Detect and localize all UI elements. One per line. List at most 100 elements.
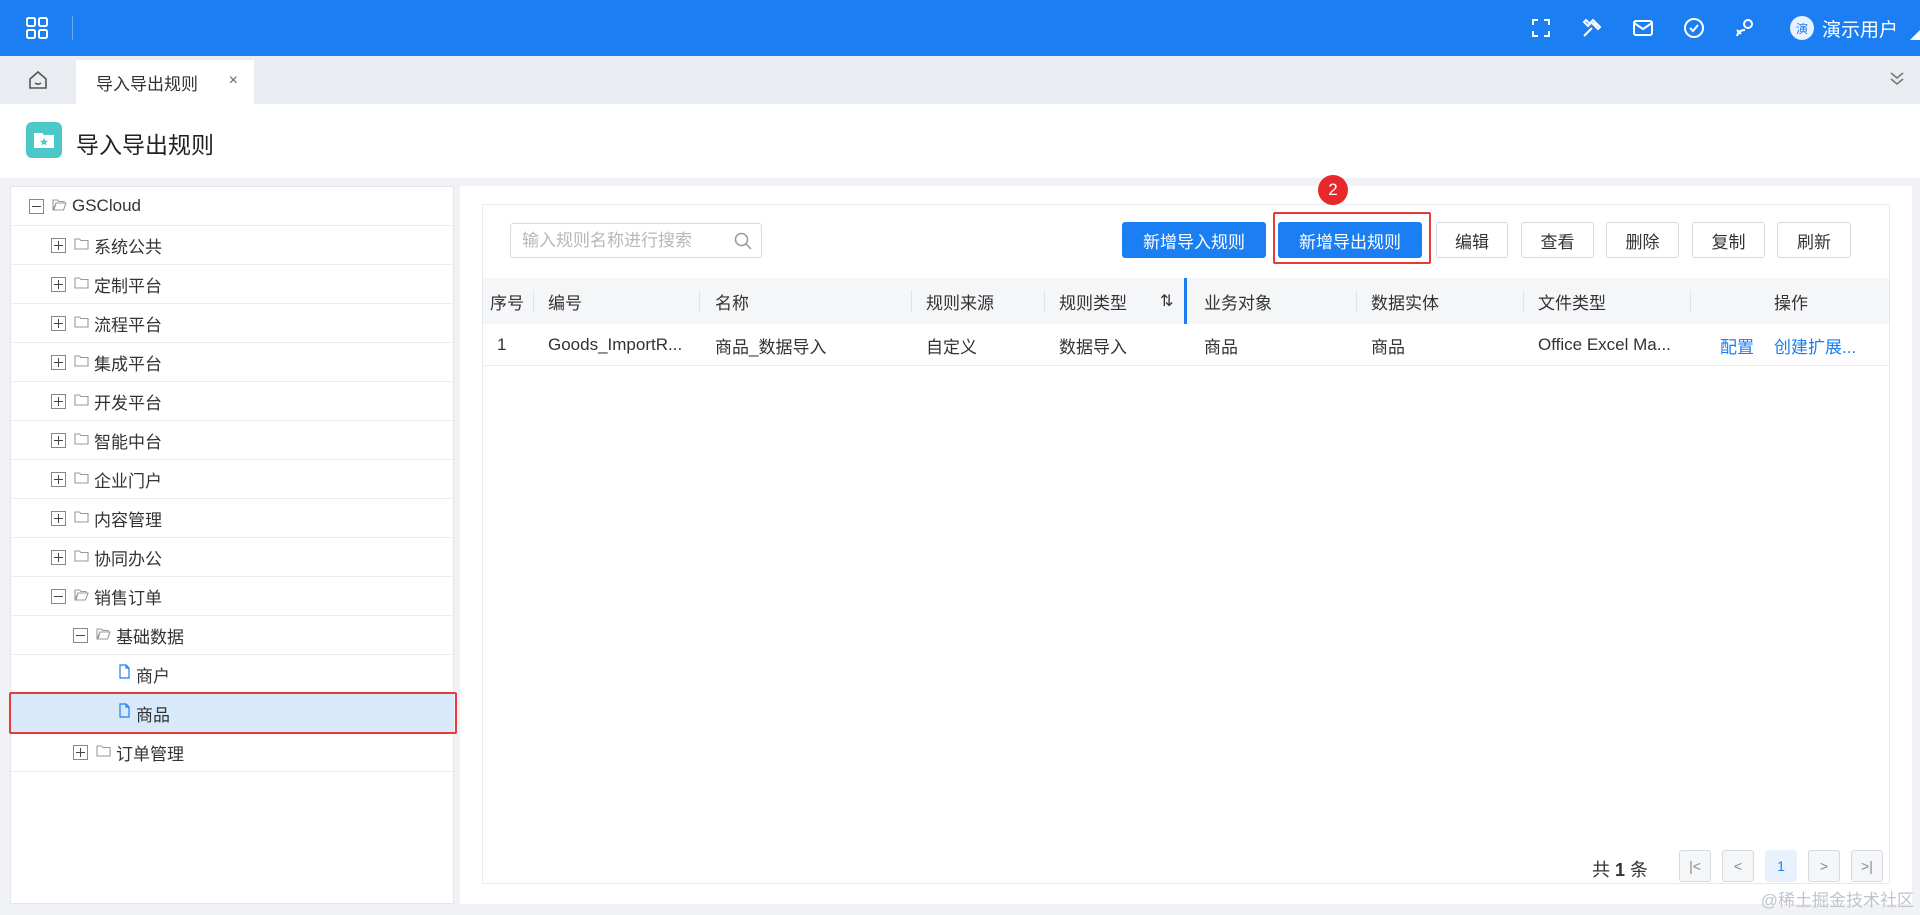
cell-business-object: 商品	[1204, 337, 1238, 357]
folder-icon	[74, 469, 89, 489]
folder-icon	[74, 313, 89, 333]
expand-toggle-icon[interactable]	[51, 393, 66, 409]
column-header-name[interactable]: 名称	[715, 278, 749, 324]
tools-icon[interactable]	[1580, 16, 1604, 40]
tree-node[interactable]: 基础数据	[11, 616, 453, 655]
column-divider	[1523, 290, 1524, 312]
chevron-double-down-icon[interactable]	[1888, 70, 1906, 88]
expand-toggle-icon[interactable]	[51, 510, 66, 526]
expand-toggle-icon[interactable]	[51, 276, 66, 292]
tree-node[interactable]: 开发平台	[11, 382, 453, 421]
column-header-type[interactable]: 规则类型	[1059, 278, 1127, 324]
annotation-badge-2: 2	[1318, 175, 1348, 205]
tree-node-label: 系统公共	[94, 237, 162, 257]
new-import-rule-button[interactable]: 新增导入规则	[1122, 222, 1266, 258]
tree-node[interactable]: 协同办公	[11, 538, 453, 577]
view-button[interactable]: 查看	[1521, 222, 1594, 258]
tab-bar: 导入导出规则 ×	[0, 56, 1920, 104]
cell-index: 1	[497, 335, 507, 354]
total-suffix: 条	[1630, 860, 1649, 880]
refresh-button[interactable]: 刷新	[1777, 222, 1851, 258]
tree-node[interactable]: 销售订单	[11, 577, 453, 616]
first-page-button[interactable]: |<	[1679, 850, 1711, 882]
edit-button[interactable]: 编辑	[1436, 222, 1508, 258]
collapse-toggle-icon[interactable]	[51, 588, 66, 604]
folder-icon	[74, 235, 89, 255]
user-search-icon[interactable]	[1733, 16, 1757, 40]
copy-button[interactable]: 复制	[1692, 222, 1765, 258]
column-header-business-object[interactable]: 业务对象	[1204, 278, 1272, 324]
column-header-code[interactable]: 编号	[548, 278, 582, 324]
tree-node[interactable]: 集成平台	[11, 343, 453, 382]
search-input[interactable]	[511, 224, 721, 257]
folder-icon	[74, 274, 89, 294]
top-navigation-bar: 演 演示用户	[0, 0, 1920, 56]
collapse-toggle-icon[interactable]	[29, 198, 44, 214]
tree-node[interactable]: 系统公共	[11, 226, 453, 265]
folder-icon	[96, 742, 111, 762]
tree-node[interactable]: 订单管理	[11, 733, 453, 772]
corner-triangle-icon	[1910, 30, 1920, 40]
user-menu[interactable]: 演 演示用户	[1790, 14, 1898, 42]
tree-node[interactable]: 内容管理	[11, 499, 453, 538]
tree-node[interactable]: 企业门户	[11, 460, 453, 499]
tree-node[interactable]: 流程平台	[11, 304, 453, 343]
folder-open-icon	[96, 625, 111, 645]
folder-icon	[74, 391, 89, 411]
column-header-actions: 操作	[1774, 293, 1808, 313]
mail-icon[interactable]	[1631, 16, 1655, 40]
expand-toggle-icon[interactable]	[73, 744, 88, 760]
folder-open-icon	[52, 196, 67, 216]
config-link[interactable]: 配置	[1720, 324, 1754, 366]
tab-label: 导入导出规则	[96, 74, 198, 94]
rule-search-box[interactable]	[510, 223, 762, 258]
table-row[interactable]: 1 Goods_ImportR... 商品_数据导入 自定义 数据导入 商品 商…	[483, 324, 1889, 366]
tree-node-label: 内容管理	[94, 510, 162, 530]
delete-button[interactable]: 删除	[1606, 222, 1679, 258]
cell-data-entity: 商品	[1371, 337, 1405, 357]
column-divider	[1356, 290, 1357, 312]
check-circle-icon[interactable]	[1682, 16, 1706, 40]
user-name: 演示用户	[1822, 19, 1899, 41]
tree-node[interactable]: 商户	[11, 655, 453, 694]
sort-icon[interactable]: ⇅	[1160, 278, 1173, 324]
column-header-source[interactable]: 规则来源	[926, 278, 994, 324]
highlight-box-selected-node	[9, 692, 457, 734]
folder-icon	[74, 508, 89, 528]
folder-open-icon	[74, 586, 89, 606]
tab-import-export-rules[interactable]: 导入导出规则 ×	[76, 60, 254, 104]
column-header-data-entity[interactable]: 数据实体	[1371, 278, 1439, 324]
cell-code: Goods_ImportR...	[548, 335, 683, 354]
folder-star-icon	[26, 122, 62, 158]
last-page-button[interactable]: >|	[1851, 850, 1883, 882]
tree-node[interactable]: 智能中台	[11, 421, 453, 460]
prev-page-button[interactable]: <	[1722, 850, 1754, 882]
search-icon[interactable]	[733, 231, 753, 251]
home-tab[interactable]	[0, 56, 76, 104]
column-header-file-type[interactable]: 文件类型	[1538, 278, 1606, 324]
expand-toggle-icon[interactable]	[51, 549, 66, 565]
folder-icon	[74, 547, 89, 567]
apps-grid-icon[interactable]	[26, 17, 48, 39]
tree-node[interactable]: 定制平台	[11, 265, 453, 304]
tree-node-label: 智能中台	[94, 432, 162, 452]
fullscreen-icon[interactable]	[1529, 16, 1553, 40]
next-page-button[interactable]: >	[1808, 850, 1840, 882]
highlight-box-export-button	[1273, 212, 1431, 264]
tree-node[interactable]: GSCloud	[11, 187, 453, 226]
page-number-button[interactable]: 1	[1765, 850, 1797, 882]
expand-toggle-icon[interactable]	[51, 354, 66, 370]
column-header-index: 序号	[490, 293, 524, 313]
expand-toggle-icon[interactable]	[51, 432, 66, 448]
total-prefix: 共	[1592, 860, 1610, 880]
column-resize-handle[interactable]	[1184, 278, 1187, 324]
expand-toggle-icon[interactable]	[51, 471, 66, 487]
expand-toggle-icon[interactable]	[51, 315, 66, 331]
expand-toggle-icon[interactable]	[51, 237, 66, 253]
close-tab-icon[interactable]: ×	[229, 72, 238, 90]
cell-type: 数据导入	[1059, 337, 1127, 357]
create-extension-link[interactable]: 创建扩展...	[1774, 324, 1856, 366]
column-divider	[1690, 290, 1691, 312]
collapse-toggle-icon[interactable]	[73, 627, 88, 643]
table-header: 序号 编号 名称 规则来源 规则类型 ⇅ 业务对象 数据实体 文件类型 操作	[483, 278, 1889, 324]
